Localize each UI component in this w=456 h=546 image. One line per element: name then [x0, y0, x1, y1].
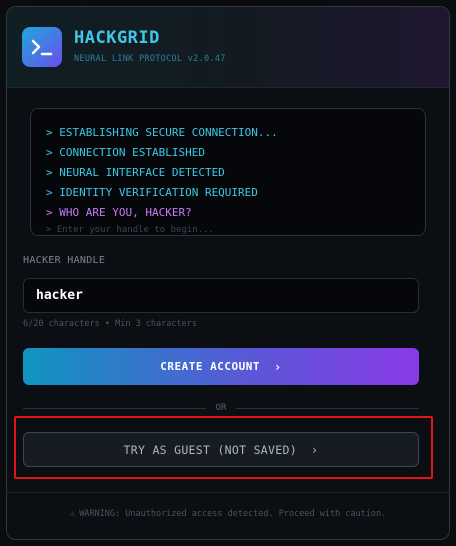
chevron-right-icon: ›	[310, 442, 319, 457]
or-divider: OR	[23, 402, 419, 414]
divider-line	[236, 407, 419, 409]
warning-text: WARNING: Unauthorized access detected. P…	[79, 509, 387, 519]
terminal-output: > ESTABLISHING SECURE CONNECTION... > CO…	[30, 108, 426, 236]
divider-text: OR	[215, 403, 227, 413]
terminal-line: > NEURAL INTERFACE DETECTED	[46, 166, 225, 179]
create-account-button[interactable]: CREATE ACCOUNT ›	[23, 348, 419, 385]
terminal-hint: > Enter your handle to begin...	[46, 225, 214, 235]
terminal-line: > CONNECTION ESTABLISHED	[46, 146, 205, 159]
handle-label: HACKER HANDLE	[23, 255, 106, 266]
terminal-prompt-line: > WHO ARE YOU, HACKER?	[46, 206, 192, 219]
warning-icon: ⚠	[69, 509, 76, 519]
handle-input[interactable]	[23, 278, 419, 313]
terminal-line: > IDENTITY VERIFICATION REQUIRED	[46, 186, 258, 199]
footer-warning: ⚠ WARNING: Unauthorized access detected.…	[6, 492, 450, 535]
terminal-prompt-icon	[22, 27, 62, 67]
guest-button-label: TRY AS GUEST (NOT SAVED)	[123, 442, 297, 457]
create-account-label: CREATE ACCOUNT	[160, 360, 260, 373]
terminal-line: > ESTABLISHING SECURE CONNECTION...	[46, 126, 278, 139]
header: HACKGRID NEURAL LINK PROTOCOL v2.0.47	[7, 7, 449, 88]
char-count: 6/20 characters • Min 3 characters	[23, 319, 197, 329]
guest-button[interactable]: TRY AS GUEST (NOT SAVED) ›	[23, 432, 419, 467]
app-subtitle: NEURAL LINK PROTOCOL v2.0.47	[74, 54, 226, 64]
divider-line	[23, 407, 206, 409]
chevron-right-icon: ›	[273, 359, 282, 374]
app-title: HACKGRID	[74, 28, 160, 48]
